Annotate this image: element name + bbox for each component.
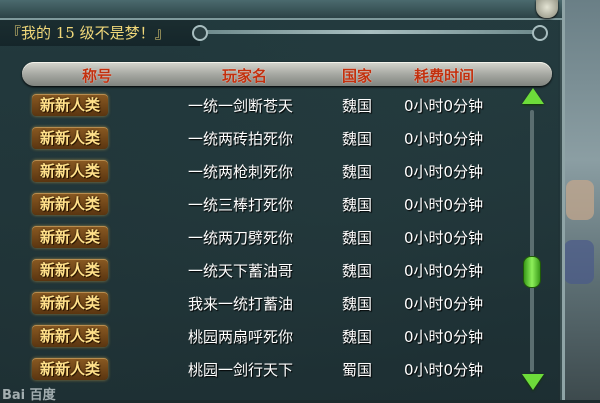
scroll-thumb[interactable]	[523, 256, 541, 288]
title-badge: 新新人类	[32, 358, 108, 380]
header-time-spent: 耗费时间	[414, 67, 475, 85]
scroll-track[interactable]	[530, 110, 534, 372]
time-spent: 0小时0分钟	[404, 196, 484, 214]
player-name: 一统一剑断苍天	[188, 97, 294, 115]
title-badge: 新新人类	[32, 259, 108, 281]
scroll-up-arrow-icon[interactable]	[522, 88, 544, 104]
title-badge: 新新人类	[32, 193, 108, 215]
player-name: 桃园两扇呼死你	[188, 328, 294, 346]
panel-subtitle: 『我的 15 级不是梦！』	[6, 24, 170, 42]
title-badge: 新新人类	[32, 94, 108, 116]
time-spent: 0小时0分钟	[404, 295, 484, 313]
table-row[interactable]: 新新人类 一统两刀劈死你 魏国 0小时0分钟	[22, 222, 512, 252]
time-spent: 0小时0分钟	[404, 163, 484, 181]
title-badge-label: 新新人类	[39, 96, 100, 114]
title-badge-label: 新新人类	[39, 360, 100, 378]
player-name: 我来一统打蓄油	[188, 295, 294, 313]
table-row[interactable]: 新新人类 一统一剑断苍天 魏国 0小时0分钟	[22, 90, 512, 120]
title-badge-label: 新新人类	[39, 129, 100, 147]
title-badge: 新新人类	[32, 292, 108, 314]
title-badge: 新新人类	[32, 226, 108, 248]
player-country: 魏国	[342, 97, 373, 115]
table-row[interactable]: 新新人类 一统三棒打死你 魏国 0小时0分钟	[22, 189, 512, 219]
time-spent: 0小时0分钟	[404, 262, 484, 280]
title-badge-label: 新新人类	[39, 327, 100, 345]
title-badge-label: 新新人类	[39, 162, 100, 180]
scroll-down-arrow-icon[interactable]	[522, 374, 544, 390]
title-badge: 新新人类	[32, 160, 108, 182]
player-country: 魏国	[342, 328, 373, 346]
title-badge: 新新人类	[32, 325, 108, 347]
player-country: 魏国	[342, 262, 373, 280]
ranking-panel: 『我的 15 级不是梦！』 称号 玩家名 国家 耗费时间 新新人类 一统一剑断苍…	[0, 0, 565, 400]
table-header: 称号 玩家名 国家 耗费时间	[22, 62, 552, 86]
time-spent: 0小时0分钟	[404, 130, 484, 148]
header-player-name: 玩家名	[222, 67, 268, 85]
decorative-divider	[192, 25, 548, 41]
player-name: 一统三棒打死你	[188, 196, 294, 214]
title-badge: 新新人类	[32, 127, 108, 149]
header-title: 称号	[82, 67, 113, 85]
player-country: 魏国	[342, 196, 373, 214]
title-badge-label: 新新人类	[39, 195, 100, 213]
title-badge-label: 新新人类	[39, 294, 100, 312]
table-row[interactable]: 新新人类 桃园两扇呼死你 魏国 0小时0分钟	[22, 321, 512, 351]
player-country: 蜀国	[342, 361, 373, 379]
player-country: 魏国	[342, 229, 373, 247]
player-name: 桃园一剑行天下	[188, 361, 294, 379]
table-row[interactable]: 新新人类 一统两枪刺死你 魏国 0小时0分钟	[22, 156, 512, 186]
player-name: 一统天下蓄油哥	[188, 262, 294, 280]
player-country: 魏国	[342, 130, 373, 148]
player-country: 魏国	[342, 295, 373, 313]
list-scrollbar[interactable]	[522, 88, 544, 392]
close-button[interactable]	[536, 0, 558, 18]
time-spent: 0小时0分钟	[404, 97, 484, 115]
panel-title-bar[interactable]	[0, 0, 562, 20]
time-spent: 0小时0分钟	[404, 361, 484, 379]
table-row[interactable]: 新新人类 一统两砖拍死你 魏国 0小时0分钟	[22, 123, 512, 153]
scene-character	[566, 180, 594, 220]
title-badge-label: 新新人类	[39, 261, 100, 279]
player-name: 一统两砖拍死你	[188, 130, 294, 148]
title-badge-label: 新新人类	[39, 228, 100, 246]
scene-character	[564, 240, 594, 284]
time-spent: 0小时0分钟	[404, 229, 484, 247]
subtitle-box: 『我的 15 级不是梦！』	[0, 20, 200, 46]
time-spent: 0小时0分钟	[404, 328, 484, 346]
player-country: 魏国	[342, 163, 373, 181]
table-row[interactable]: 新新人类 一统天下蓄油哥 魏国 0小时0分钟	[22, 255, 512, 285]
watermark: Bai 百度	[2, 388, 56, 403]
player-name: 一统两刀劈死你	[188, 229, 294, 247]
ranking-list: 新新人类 一统一剑断苍天 魏国 0小时0分钟 新新人类 一统两砖拍死你 魏国 0…	[22, 90, 512, 400]
table-row[interactable]: 新新人类 我来一统打蓄油 魏国 0小时0分钟	[22, 288, 512, 318]
table-row[interactable]: 新新人类 桃园一剑行天下 蜀国 0小时0分钟	[22, 354, 512, 384]
header-country: 国家	[342, 67, 373, 85]
player-name: 一统两枪刺死你	[188, 163, 294, 181]
